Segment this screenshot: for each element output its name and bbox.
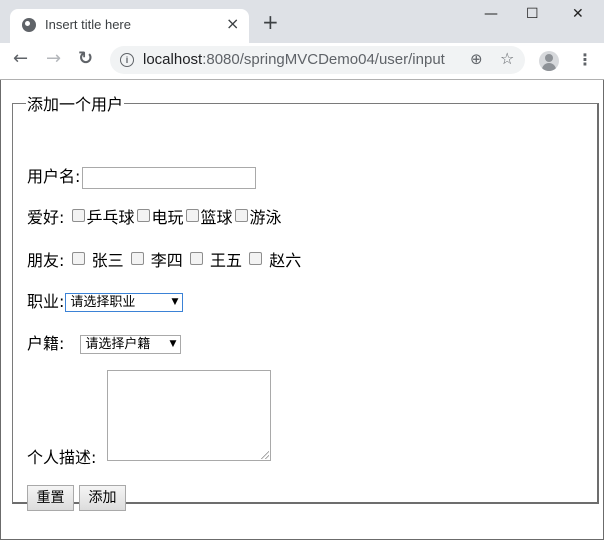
username-label: 用户名: (27, 167, 81, 186)
hometown-select[interactable]: 请选择户籍 ▼ (80, 335, 182, 354)
job-select[interactable]: 请选择职业 ▼ (65, 293, 184, 312)
tab-bar: Insert title here × + — ☐ ✕ (0, 0, 604, 43)
hobby-label: 乒乓球 (86, 208, 135, 227)
browser-toolbar: ← → ↻ i localhost:8080/springMVCDemo04/u… (0, 43, 604, 80)
url-path: :8080/springMVCDemo04/user/input (202, 51, 445, 68)
dropdown-arrow-icon: ▼ (171, 297, 179, 307)
url-host: localhost (143, 51, 203, 68)
friend-label: 李四 (150, 251, 183, 270)
forward-button[interactable]: → (46, 50, 61, 68)
friend-label: 张三 (91, 251, 124, 270)
hobby-label: 电玩 (151, 208, 184, 227)
dropdown-arrow-icon: ▼ (169, 339, 177, 349)
hobby-checkbox[interactable] (71, 209, 85, 222)
resize-handle-icon[interactable] (261, 451, 269, 459)
add-user-fieldset: 添加一个用户 用户名: 爱好: 乒乓球 电玩 篮球 游泳 朋友: 张三 李四 王五 赵… (12, 91, 599, 511)
zoom-icon[interactable]: ⊕ (470, 50, 483, 68)
profile-avatar-icon[interactable] (539, 51, 559, 71)
reset-button[interactable]: 重置 (27, 485, 74, 511)
friend-label: 赵六 (269, 251, 302, 270)
hobby-checkbox[interactable] (185, 209, 199, 222)
hobbies-label: 爱好: (27, 208, 65, 227)
close-window-button[interactable]: ✕ (572, 6, 584, 22)
description-label: 个人描述: (27, 448, 97, 467)
back-button[interactable]: ← (13, 50, 28, 68)
hobby-checkbox[interactable] (136, 209, 150, 222)
friends-row: 朋友: 张三 李四 王五 赵六 (27, 247, 301, 271)
page-content: 添加一个用户 用户名: 爱好: 乒乓球 电玩 篮球 游泳 朋友: 张三 李四 王五 赵… (0, 80, 604, 540)
form-legend: 添加一个用户 (27, 95, 124, 114)
tab-title: Insert title here (45, 17, 131, 32)
maximize-button[interactable]: ☐ (526, 6, 539, 22)
job-selected: 请选择职业 (70, 295, 136, 310)
bookmark-star-icon[interactable]: ☆ (500, 49, 514, 68)
reload-button[interactable]: ↻ (78, 50, 93, 68)
friend-checkbox[interactable] (249, 252, 263, 265)
hobby-label: 游泳 (249, 208, 282, 227)
friends-label: 朋友: (27, 251, 65, 270)
username-row: 用户名: (27, 163, 257, 189)
submit-button[interactable]: 添加 (79, 485, 126, 511)
username-input[interactable] (82, 166, 257, 189)
tab-close-icon[interactable]: × (226, 14, 239, 33)
browser-tab[interactable]: Insert title here × (10, 9, 249, 43)
friend-label: 王五 (210, 251, 243, 270)
hometown-row: 户籍: 请选择户籍 ▼ (27, 330, 182, 354)
hobbies-row: 爱好: 乒乓球 电玩 篮球 游泳 (27, 204, 282, 228)
friend-checkbox[interactable] (189, 252, 203, 265)
menu-icon[interactable]: ⋮ (577, 50, 593, 69)
address-bar[interactable]: i localhost:8080/springMVCDemo04/user/in… (110, 46, 525, 74)
minimize-button[interactable]: — (484, 6, 498, 22)
hobby-checkbox[interactable] (234, 209, 248, 222)
hometown-label: 户籍: (27, 334, 65, 353)
description-row: 个人描述: (27, 444, 96, 468)
friend-checkbox[interactable] (130, 252, 144, 265)
hometown-selected: 请选择户籍 (85, 337, 151, 352)
globe-icon (22, 18, 36, 32)
description-textarea[interactable] (107, 370, 271, 461)
url-text[interactable]: localhost:8080/springMVCDemo04/user/inpu… (143, 51, 445, 68)
new-tab-button[interactable]: + (262, 12, 279, 32)
hobby-label: 篮球 (200, 208, 233, 227)
job-label: 职业: (27, 292, 65, 311)
friend-checkbox[interactable] (71, 252, 85, 265)
info-icon[interactable]: i (120, 53, 134, 67)
job-row: 职业: 请选择职业 ▼ (27, 288, 184, 312)
